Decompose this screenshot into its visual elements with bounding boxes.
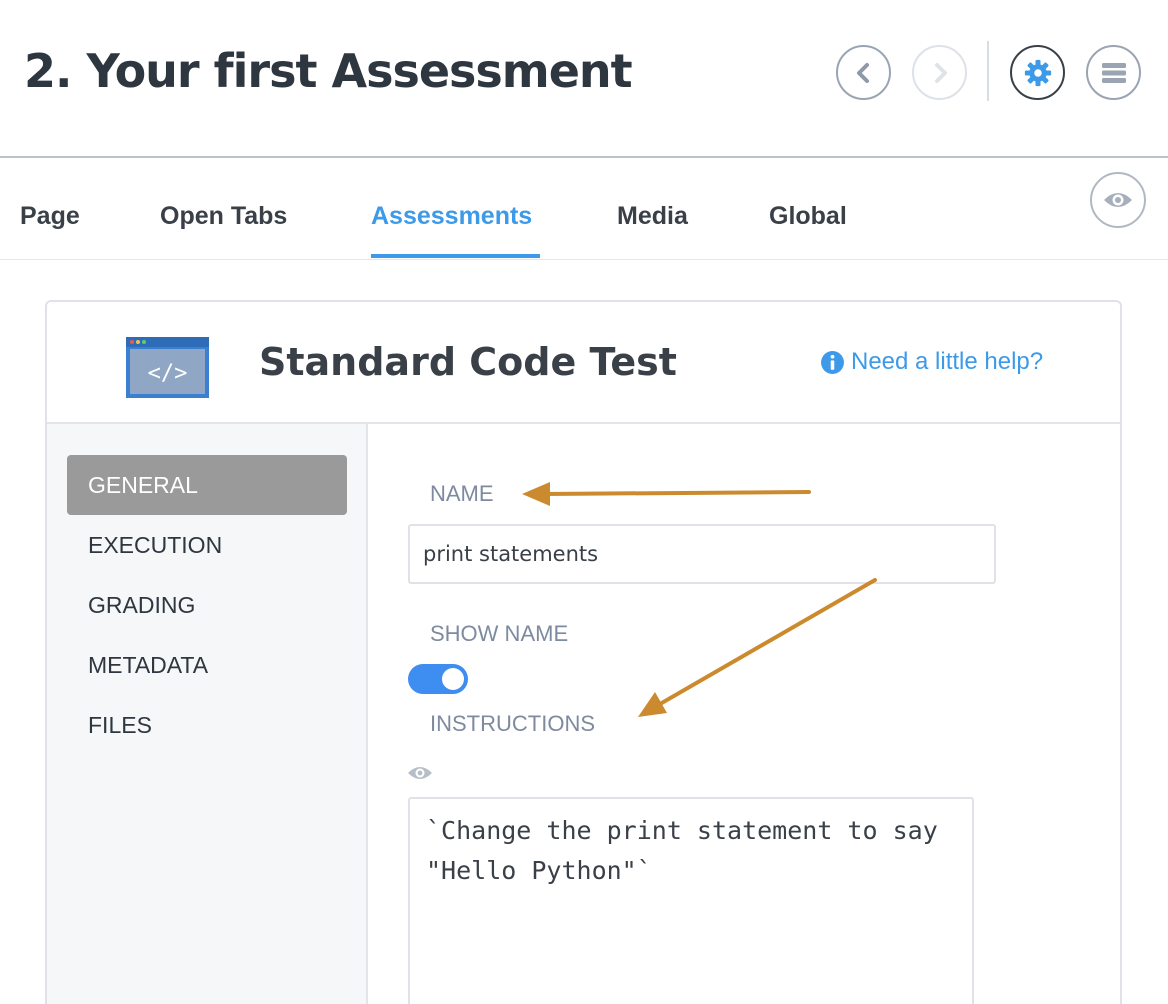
sidebar-item-label: FILES — [88, 711, 152, 738]
instructions-textarea[interactable]: `Change the print statement to say "Hell… — [408, 797, 974, 1004]
svg-text:</>: </> — [148, 361, 188, 386]
name-input[interactable] — [408, 524, 996, 584]
sidebar-item-label: METADATA — [88, 651, 209, 678]
name-label: NAME — [430, 481, 494, 506]
settings-button[interactable] — [1010, 45, 1065, 100]
sidebar-item-label: EXECUTION — [88, 531, 223, 558]
chevron-left-icon — [856, 62, 869, 83]
show-name-label: SHOW NAME — [430, 621, 569, 646]
eye-icon — [1104, 193, 1132, 207]
next-button[interactable] — [912, 45, 967, 100]
preview-button[interactable] — [1090, 172, 1146, 228]
tab-page[interactable]: Page — [20, 202, 80, 231]
sidebar-item-label: GENERAL — [88, 471, 198, 498]
help-link[interactable]: Need a little help? — [820, 348, 1043, 376]
page-title: 2. Your first Assessment — [24, 44, 633, 98]
header-divider — [987, 41, 989, 101]
sidebar-item-files[interactable]: FILES — [67, 695, 347, 755]
sidebar-item-execution[interactable]: EXECUTION — [67, 515, 347, 575]
tab-open-tabs[interactable]: Open Tabs — [160, 202, 287, 231]
card-header: </> Standard Code Test Need a little hel… — [47, 302, 1120, 424]
toggle-knob — [442, 668, 464, 690]
tab-media[interactable]: Media — [617, 202, 688, 231]
active-tab-indicator — [371, 254, 540, 258]
show-name-toggle[interactable] — [408, 664, 468, 694]
menu-button[interactable] — [1086, 45, 1141, 100]
instructions-preview-eye-icon[interactable] — [407, 764, 433, 782]
code-window-icon: </> — [126, 337, 209, 398]
tab-bar: Page Open Tabs Assessments Media Global — [0, 158, 1168, 260]
instructions-label: INSTRUCTIONS — [430, 711, 595, 736]
sidebar-item-grading[interactable]: GRADING — [67, 575, 347, 635]
help-link-label: Need a little help? — [851, 348, 1044, 375]
info-icon — [821, 350, 844, 374]
header: 2. Your first Assessment — [0, 0, 1168, 158]
sidebar-item-general[interactable]: GENERAL — [67, 455, 347, 515]
tab-assessments[interactable]: Assessments — [371, 202, 532, 231]
tab-global[interactable]: Global — [769, 202, 847, 231]
card-title: Standard Code Test — [259, 340, 677, 384]
previous-button[interactable] — [836, 45, 891, 100]
sidebar-item-label: GRADING — [88, 591, 196, 618]
hamburger-menu-icon — [1101, 62, 1126, 83]
chevron-right-icon — [934, 62, 947, 83]
assessment-sidebar: GENERAL EXECUTION GRADING METADATA FILES — [47, 424, 368, 1004]
gear-icon — [1024, 59, 1051, 86]
sidebar-item-metadata[interactable]: METADATA — [67, 635, 347, 695]
